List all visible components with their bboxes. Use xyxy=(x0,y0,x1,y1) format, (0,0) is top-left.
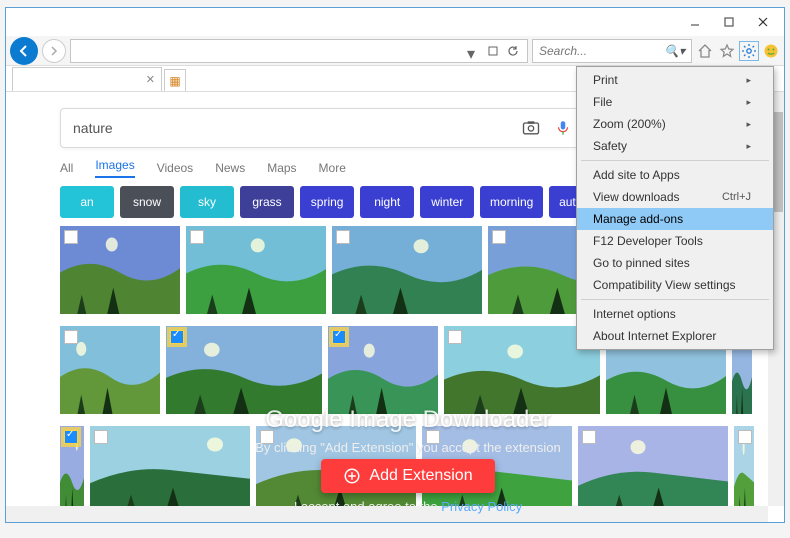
menu-item-add-site-to-apps[interactable]: Add site to Apps xyxy=(577,164,773,186)
search-by-image-icon[interactable] xyxy=(519,116,543,140)
chip-night[interactable]: night xyxy=(360,186,414,218)
consent-prefix: I accept and agree to the xyxy=(294,499,438,514)
thumb-select-checkbox[interactable] xyxy=(170,330,184,344)
image-thumb[interactable] xyxy=(332,226,482,314)
nav-item-maps[interactable]: Maps xyxy=(267,161,296,175)
tools-menu: Print▸File▸Zoom (200%)▸Safety▸ Add site t… xyxy=(576,66,774,350)
close-button[interactable] xyxy=(746,11,780,33)
image-thumb[interactable] xyxy=(328,326,438,414)
extension-title: Google Image Downloader xyxy=(76,406,740,434)
menu-item-f12-developer-tools[interactable]: F12 Developer Tools xyxy=(577,230,773,252)
menu-item-go-to-pinned-sites[interactable]: Go to pinned sites xyxy=(577,252,773,274)
menu-item-zoom-200-[interactable]: Zoom (200%)▸ xyxy=(577,113,773,135)
stop-icon[interactable] xyxy=(487,44,501,58)
menu-item-file[interactable]: File▸ xyxy=(577,91,773,113)
thumb-select-checkbox[interactable] xyxy=(332,330,346,344)
image-thumb[interactable] xyxy=(166,326,322,414)
titlebar xyxy=(6,8,784,36)
browser-tab[interactable]: ✕ xyxy=(12,67,162,91)
menu-item-view-downloads[interactable]: View downloadsCtrl+J xyxy=(577,186,773,208)
thumb-select-checkbox[interactable] xyxy=(64,330,78,344)
voice-search-icon[interactable] xyxy=(551,116,575,140)
nav-item-more[interactable]: More xyxy=(319,161,346,175)
image-thumb[interactable] xyxy=(60,326,160,414)
search-placeholder: Search... xyxy=(539,44,587,58)
thumb-select-checkbox[interactable] xyxy=(448,330,462,344)
nav-right xyxy=(696,42,780,60)
add-extension-button[interactable]: Add Extension xyxy=(321,459,494,493)
tab-close-icon[interactable]: ✕ xyxy=(146,73,155,86)
home-icon[interactable] xyxy=(696,42,714,60)
nav-item-images[interactable]: Images xyxy=(95,158,134,178)
menu-item-safety[interactable]: Safety▸ xyxy=(577,135,773,157)
image-search-input[interactable] xyxy=(73,120,511,136)
chip-winter[interactable]: winter xyxy=(420,186,474,218)
thumb-select-checkbox[interactable] xyxy=(64,230,78,244)
thumb-select-checkbox[interactable] xyxy=(738,430,752,444)
image-thumb[interactable] xyxy=(60,226,180,314)
navbar: ▾ Search... 🔍▾ xyxy=(6,36,784,66)
address-bar[interactable]: ▾ xyxy=(70,39,528,63)
nav-item-news[interactable]: News xyxy=(215,161,245,175)
nav-item-all[interactable]: All xyxy=(60,161,73,175)
search-go-icon[interactable]: 🔍▾ xyxy=(664,44,685,58)
chip-spring[interactable]: spring xyxy=(300,186,354,218)
browser-search-box[interactable]: Search... 🔍▾ xyxy=(532,39,692,63)
menu-item-compatibility-view-settings[interactable]: Compatibility View settings xyxy=(577,274,773,296)
menu-item-manage-add-ons[interactable]: Manage add-ons xyxy=(577,208,773,230)
extension-byline: By clicking "Add Extension" you accept t… xyxy=(255,440,561,455)
refresh-icon[interactable] xyxy=(507,44,521,58)
chip-morning[interactable]: morning xyxy=(480,186,543,218)
chip-grass[interactable]: grass xyxy=(240,186,294,218)
image-thumb[interactable] xyxy=(186,226,326,314)
menu-item-internet-options[interactable]: Internet options xyxy=(577,303,773,325)
minimize-button[interactable] xyxy=(678,11,712,33)
chip-sky[interactable]: sky xyxy=(180,186,234,218)
thumb-select-checkbox[interactable] xyxy=(190,230,204,244)
chip-an[interactable]: an xyxy=(60,186,114,218)
thumb-select-checkbox[interactable] xyxy=(492,230,506,244)
tools-gear-icon[interactable] xyxy=(740,42,758,60)
browser-window: ▾ Search... 🔍▾ ✕ ▦ AllImagesVi xyxy=(5,7,785,523)
nav-item-videos[interactable]: Videos xyxy=(157,161,193,175)
maximize-button[interactable] xyxy=(712,11,746,33)
menu-item-about-internet-explorer[interactable]: About Internet Explorer xyxy=(577,325,773,347)
feedback-smile-icon[interactable] xyxy=(762,42,780,60)
chip-snow[interactable]: snow xyxy=(120,186,174,218)
new-tab-button[interactable]: ▦ xyxy=(164,69,186,91)
favorites-icon[interactable] xyxy=(718,42,736,60)
dropdown-icon[interactable]: ▾ xyxy=(467,44,481,58)
add-extension-label: Add Extension xyxy=(369,467,472,485)
forward-button[interactable] xyxy=(42,39,66,63)
privacy-link[interactable]: Privacy Policy xyxy=(441,499,522,514)
image-search-bar xyxy=(60,108,620,148)
menu-item-print[interactable]: Print▸ xyxy=(577,69,773,91)
thumb-select-checkbox[interactable] xyxy=(336,230,350,244)
back-button[interactable] xyxy=(10,37,38,65)
extension-banner: Google Image Downloader By clicking "Add… xyxy=(76,406,740,514)
